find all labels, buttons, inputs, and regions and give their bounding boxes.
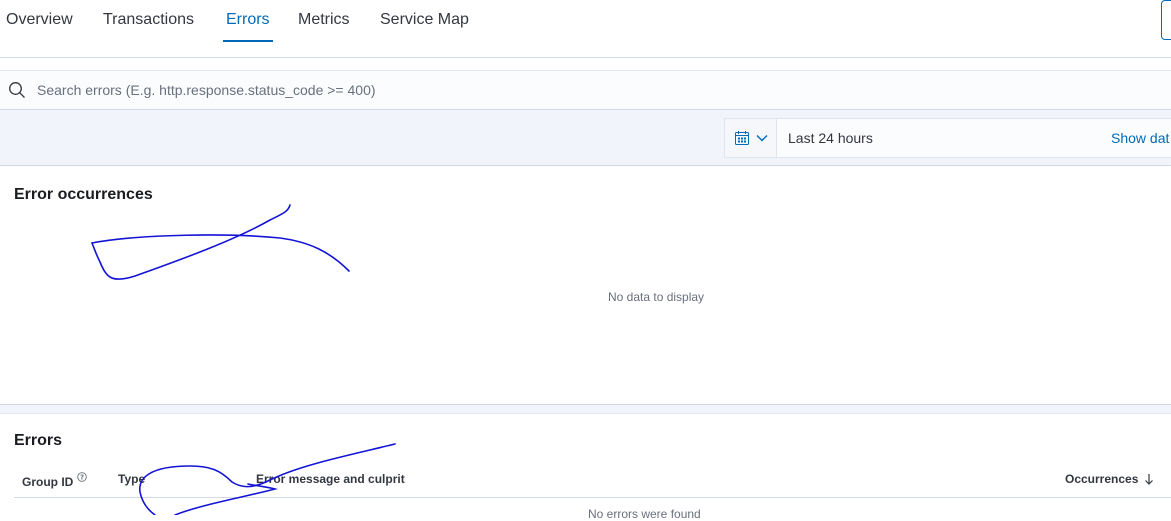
arrow-down-icon: [1145, 474, 1154, 485]
quick-select-button[interactable]: [725, 119, 777, 157]
column-header-group-id-label: Group ID: [22, 475, 74, 489]
search-bar: [0, 70, 1171, 110]
column-header-group-id[interactable]: Group ID ?: [22, 472, 88, 489]
tab-service-map[interactable]: Service Map: [380, 11, 469, 29]
tab-errors[interactable]: Errors: [223, 11, 273, 42]
errors-panel: Errors Group ID ? Type Error message and…: [0, 413, 1171, 521]
svg-text:?: ?: [80, 474, 84, 482]
show-dates-link[interactable]: Show dat: [1111, 130, 1169, 146]
errors-title: Errors: [14, 432, 63, 449]
panel-gap: [0, 405, 1171, 413]
tab-transactions[interactable]: Transactions: [103, 11, 194, 29]
column-header-occurrences-label: Occurrences: [1065, 472, 1139, 486]
errors-empty-message: No errors were found: [588, 507, 701, 521]
no-data-message: No data to display: [608, 290, 705, 304]
tab-metrics[interactable]: Metrics: [298, 11, 350, 29]
error-occurrences-title: Error occurrences: [14, 186, 153, 203]
info-icon[interactable]: ?: [77, 472, 88, 482]
error-occurrences-panel: Error occurrences No data to display: [0, 167, 1171, 405]
tab-overview[interactable]: Overview: [6, 11, 73, 29]
table-header-divider: [14, 497, 1171, 498]
column-header-type[interactable]: Type: [118, 472, 145, 486]
search-icon: [9, 82, 25, 98]
calendar-icon: [735, 131, 749, 145]
header-action-button[interactable]: [1161, 0, 1171, 40]
column-header-message[interactable]: Error message and culprit: [256, 472, 405, 486]
date-range-label[interactable]: Last 24 hours: [788, 130, 873, 146]
date-strip: Last 24 hours Show dat: [0, 110, 1171, 166]
chevron-down-icon: [756, 135, 768, 142]
column-header-occurrences[interactable]: Occurrences: [1065, 472, 1154, 486]
search-input[interactable]: [36, 71, 1157, 109]
date-picker: Last 24 hours Show dat: [724, 118, 1171, 158]
tab-bar: Overview Transactions Errors Metrics Ser…: [0, 0, 1171, 58]
